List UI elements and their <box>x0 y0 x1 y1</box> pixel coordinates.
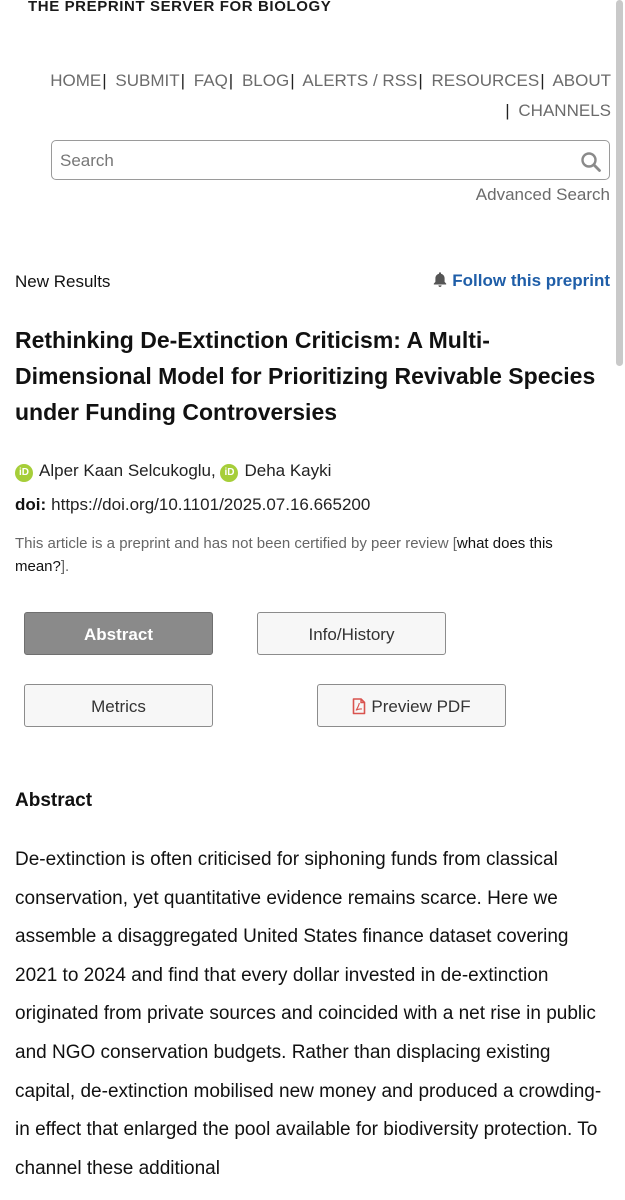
preview-pdf-button[interactable]: Preview PDF <box>317 684 506 727</box>
doi-link[interactable]: https://doi.org/10.1101/2025.07.16.66520… <box>51 495 370 514</box>
orcid-icon[interactable]: iD <box>15 464 33 482</box>
nav-separator: | <box>228 71 234 90</box>
orcid-icon[interactable]: iD <box>220 464 239 482</box>
nav-separator: | <box>180 71 186 90</box>
preview-pdf-label: Preview PDF <box>371 697 471 716</box>
nav-about[interactable]: ABOUT <box>552 71 611 90</box>
abstract-text: De-extinction is often criticised for si… <box>15 849 602 1179</box>
search-box <box>51 140 610 180</box>
article-title: Rethinking De-Extinction Criticism: A Mu… <box>15 327 596 425</box>
nav-separator: | <box>102 71 107 90</box>
bell-icon <box>434 272 447 287</box>
peer-review-disclaimer: This article is a preprint and has not b… <box>15 532 595 578</box>
advanced-search-link[interactable]: Advanced Search <box>476 185 610 205</box>
nav-home[interactable]: HOME <box>50 71 101 90</box>
scrollbar[interactable] <box>616 0 623 366</box>
follow-preprint-link[interactable]: Follow this preprint <box>432 271 610 291</box>
disclaimer-bracket-close: ]. <box>60 558 70 575</box>
nav-submit[interactable]: SUBMIT <box>115 71 179 90</box>
nav-channels[interactable]: CHANNELS <box>518 101 611 120</box>
site-tagline: THE PREPRINT SERVER FOR BIOLOGY <box>28 0 332 15</box>
article-type: New Results <box>15 272 111 291</box>
search-input[interactable] <box>60 148 560 174</box>
tab-metrics[interactable]: Metrics <box>24 684 213 727</box>
nav-separator: | <box>540 71 545 90</box>
main-nav: HOME| SUBMIT| FAQ| BLOG| ALERTS / RSS| R… <box>36 66 611 126</box>
author-name[interactable]: Alper Kaan Selcukoglu <box>39 461 211 480</box>
disclaimer-text: This article is a preprint and has not b… <box>15 535 449 552</box>
pdf-icon <box>353 698 366 715</box>
tab-abstract[interactable]: Abstract <box>24 612 213 655</box>
doi-line: doi: https://doi.org/10.1101/2025.07.16.6… <box>15 495 370 515</box>
author-separator: , <box>211 461 216 480</box>
nav-resources[interactable]: RESOURCES <box>432 71 540 90</box>
nav-separator: | <box>505 101 510 120</box>
nav-separator: | <box>290 71 295 90</box>
bottom-fade <box>0 1186 625 1200</box>
nav-row-2: | CHANNELS <box>36 96 611 126</box>
nav-faq[interactable]: FAQ <box>194 71 228 90</box>
author-name[interactable]: Deha Kayki <box>244 461 331 480</box>
follow-label: Follow this preprint <box>452 271 610 290</box>
nav-separator: | <box>418 71 423 90</box>
doi-label: doi: <box>15 495 47 514</box>
search-icon[interactable] <box>580 151 602 173</box>
author-list: iD Alper Kaan Selcukoglu, iD Deha Kayki <box>15 461 331 482</box>
page: THE PREPRINT SERVER FOR BIOLOGY HOME| SU… <box>0 0 625 1200</box>
tab-info-history[interactable]: Info/History <box>257 612 446 655</box>
nav-alerts-rss[interactable]: ALERTS / RSS <box>302 71 417 90</box>
nav-blog[interactable]: BLOG <box>242 71 289 90</box>
abstract-heading: Abstract <box>15 790 93 811</box>
